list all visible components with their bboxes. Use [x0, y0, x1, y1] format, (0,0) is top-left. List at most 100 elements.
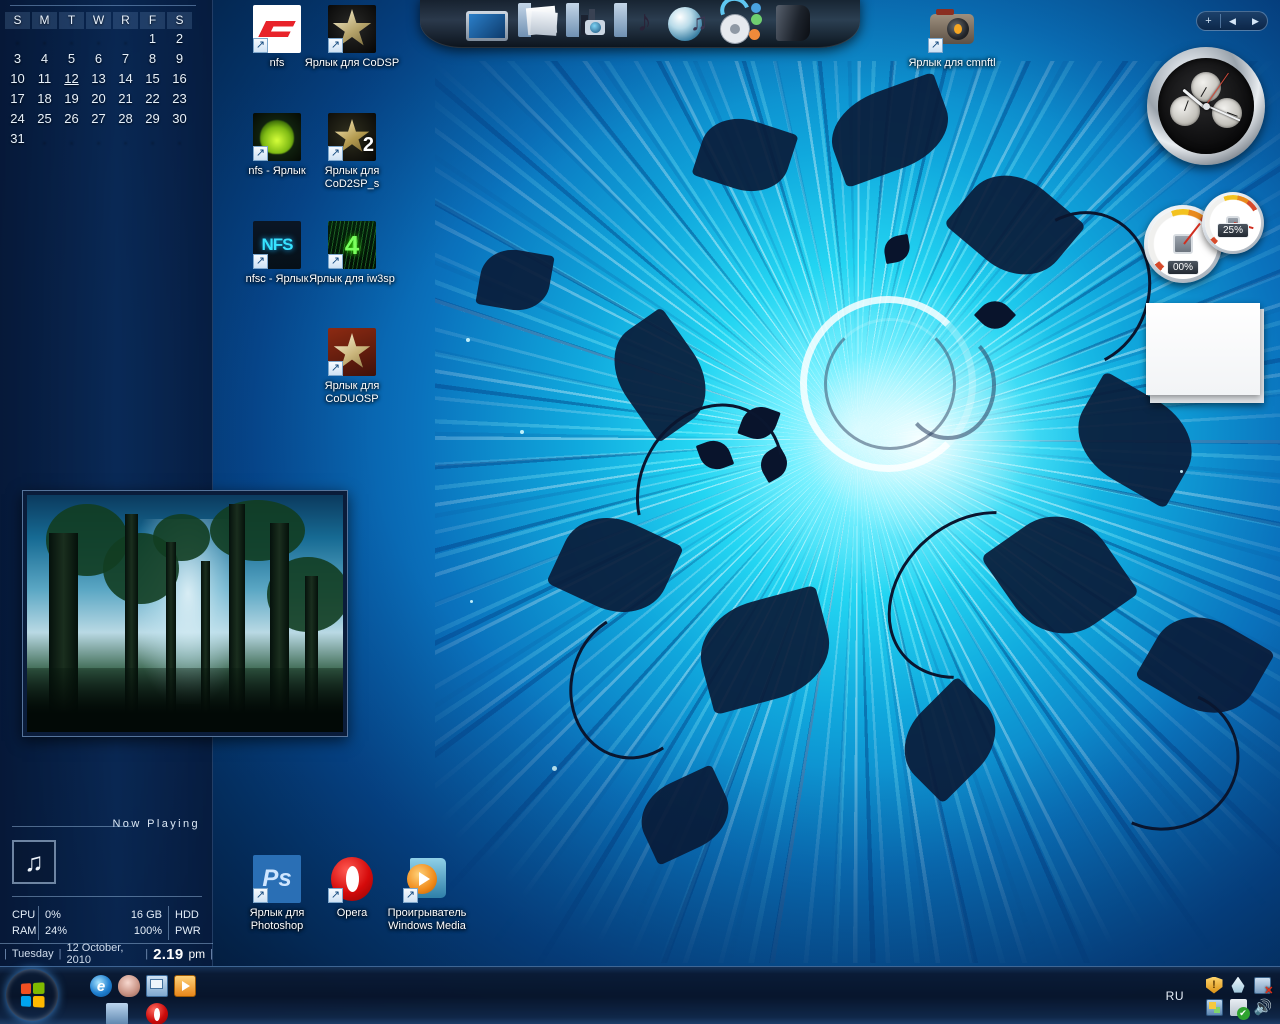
gadget-controls[interactable]: + ◀ ▶ [1196, 11, 1268, 31]
calendar-gadget[interactable]: S M T W R F S ..... 1 2 3 4 5 6 7 8 9 10 11 12 13 14 15… [4, 12, 204, 149]
datebar-sep-4: | [210, 948, 213, 960]
calendar-day-24[interactable]: 24 [4, 109, 31, 129]
taskbar[interactable]: e RU ! 🔊 [0, 966, 1280, 1024]
music-dock-icon[interactable]: ♪ [614, 3, 654, 37]
shortcut-arrow-icon: ↗ [253, 254, 268, 269]
calendar-day-1[interactable]: 1 [139, 29, 166, 49]
date-time-bar[interactable]: | Tuesday | 12 October, 2010 | 2.19 pm | [0, 942, 213, 966]
documents-dock-icon[interactable] [518, 3, 558, 37]
system-monitor-gadget[interactable]: CPU RAM 0% 16 GB 24% 100% HDD PWR [12, 906, 202, 940]
ql-switch-windows[interactable] [146, 975, 168, 997]
ram-row: 24% 100% [45, 923, 168, 939]
calendar-cell-empty: . [96, 31, 101, 46]
ql-internet-explorer[interactable]: e [90, 975, 112, 997]
clock-pivot [1202, 102, 1210, 110]
calendar-day-9[interactable]: 9 [166, 49, 193, 69]
notes-sheet-front[interactable] [1146, 303, 1260, 395]
ql-opera[interactable] [146, 1003, 168, 1024]
calendar-day-3[interactable]: 3 [4, 49, 31, 69]
calendar-day-25[interactable]: 25 [31, 109, 58, 129]
ram-value: 24% [45, 925, 68, 937]
sidebar-top-rule [10, 5, 196, 6]
notes-gadget[interactable] [1146, 303, 1264, 403]
calendar-day-27[interactable]: 27 [85, 109, 112, 129]
quick-launch-bar[interactable]: e [88, 971, 196, 1024]
chronograph-clock-gadget[interactable] [1147, 47, 1265, 165]
calendar-cell-empty: . [15, 31, 20, 46]
prev-gadget-button[interactable]: ◀ [1221, 12, 1244, 30]
pwr-label: PWR [175, 925, 201, 937]
desktop-icon-label: Ярлык для CoD2SP_s [324, 165, 380, 190]
shortcut-arrow-icon: ↗ [403, 888, 418, 903]
icon-cmnftl[interactable]: ↗ Ярлык для cmnftl [904, 5, 1000, 70]
calendar-day-30[interactable]: 30 [166, 109, 193, 129]
calendar-day-28[interactable]: 28 [112, 109, 139, 129]
tray-icons[interactable]: ! 🔊 [1202, 974, 1274, 1020]
top-dock[interactable]: ♪ ♫ [420, 0, 860, 48]
calendar-day-12[interactable]: 12 [58, 69, 85, 89]
display-settings-icon[interactable] [1205, 998, 1223, 1016]
next-gadget-button[interactable]: ▶ [1244, 12, 1267, 30]
network-disconnected-icon[interactable] [1253, 976, 1274, 997]
calendar-day-header: R [113, 12, 138, 29]
calendar-day-2[interactable]: 2 [166, 29, 193, 49]
icon-iw3sp[interactable]: 4↗ Ярлык для iw3sp [304, 221, 400, 286]
calendar-day-7[interactable]: 7 [112, 49, 139, 69]
calendar-day-21[interactable]: 21 [112, 89, 139, 109]
ql-show-desktop[interactable] [106, 1003, 128, 1024]
calendar-cell-empty: . [69, 131, 74, 146]
calendar-day-13[interactable]: 13 [85, 69, 112, 89]
media-dock-icon[interactable]: ♫ [662, 0, 708, 41]
add-gadget-button[interactable]: + [1197, 12, 1220, 30]
calendar-day-4[interactable]: 4 [31, 49, 58, 69]
icon-cod2sp-s[interactable]: 2 ↗ Ярлык для CoD2SP_s [304, 113, 400, 191]
calendar-week: 31...... [4, 129, 204, 149]
calendar-day-17[interactable]: 17 [4, 89, 31, 109]
slideshow-gadget[interactable] [22, 490, 348, 737]
calendar-day-23[interactable]: 23 [166, 89, 193, 109]
water-drop-icon[interactable] [1231, 976, 1245, 993]
calendar-day-29[interactable]: 29 [139, 109, 166, 129]
calendar-cell-empty: . [42, 131, 47, 146]
calendar-day-11[interactable]: 11 [31, 69, 58, 89]
calendar-day-22[interactable]: 22 [139, 89, 166, 109]
security-ok-icon[interactable] [1229, 998, 1250, 1020]
calendar-day-8[interactable]: 8 [139, 49, 166, 69]
icon-windows-media[interactable]: ↗ Проигрыватель Windows Media [379, 855, 475, 933]
ql-brain-app[interactable] [118, 975, 140, 997]
calendar-day-6[interactable]: 6 [85, 49, 112, 69]
icon-iw3sp-glyph: 4↗ [328, 221, 376, 269]
computer-dock-icon[interactable] [770, 0, 816, 41]
calendar-day-5[interactable]: 5 [58, 49, 85, 69]
settings-dock-icon[interactable] [715, 0, 762, 41]
calendar-day-14[interactable]: 14 [112, 69, 139, 89]
calendar-day-10[interactable]: 10 [4, 69, 31, 89]
pictures-dock-icon[interactable] [566, 3, 606, 37]
memory-meter-gadget[interactable]: 25% [1202, 192, 1264, 254]
calendar-day-18[interactable]: 18 [31, 89, 58, 109]
icon-coduosp[interactable]: ↗ Ярлык для CoDUOSP [304, 328, 400, 406]
icon-nfsc-shortcut-glyph: NFS ↗ [253, 221, 301, 269]
calendar-day-20[interactable]: 20 [85, 89, 112, 109]
now-playing-gadget[interactable]: Now Playing ♫ [12, 818, 202, 897]
windows-logo-icon [20, 982, 45, 1008]
hdd-label: HDD [175, 909, 199, 921]
calendar-day-15[interactable]: 15 [139, 69, 166, 89]
system-tray[interactable]: RU ! 🔊 [1166, 967, 1274, 1024]
volume-icon[interactable]: 🔊 [1254, 999, 1273, 1016]
language-indicator[interactable]: RU [1166, 989, 1184, 1003]
ql-windows-media-player[interactable] [174, 975, 196, 997]
action-center-shield-icon[interactable]: ! [1205, 976, 1223, 994]
calendar-day-26[interactable]: 26 [58, 109, 85, 129]
calendar-day-16[interactable]: 16 [166, 69, 193, 89]
music-note-icon: ♫ [12, 840, 56, 884]
start-button[interactable] [6, 969, 58, 1021]
datebar-sep-1: | [4, 948, 7, 960]
desktop-dock-icon[interactable] [464, 0, 510, 41]
icon-codsp[interactable]: ↗ Ярлык для CoDSP [304, 5, 400, 70]
calendar-day-31[interactable]: 31 [4, 129, 31, 149]
now-playing-title: Now Playing [12, 818, 202, 830]
cpu-row: 0% 16 GB [45, 907, 168, 923]
calendar-day-19[interactable]: 19 [58, 89, 85, 109]
calendar-day-header: T [59, 12, 84, 29]
